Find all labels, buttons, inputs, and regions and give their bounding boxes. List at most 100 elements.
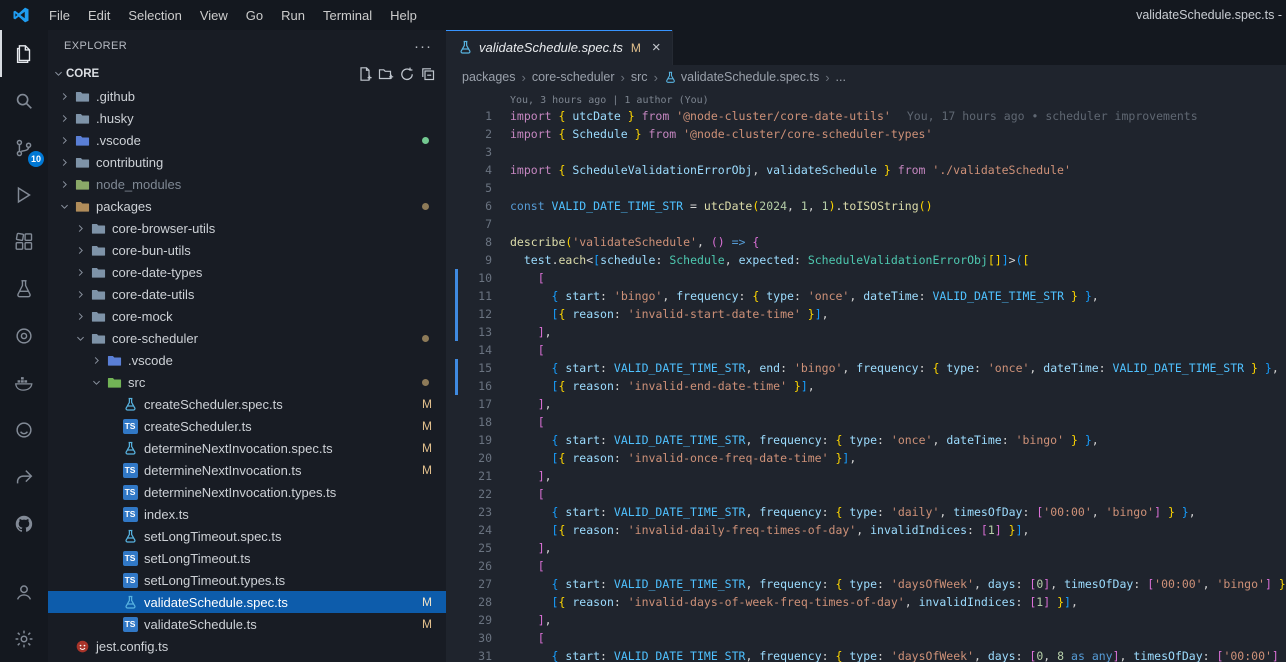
collapse-all-icon[interactable] [420,66,436,82]
tree-item-validateschedule-spec-ts[interactable]: validateSchedule.spec.tsM [48,591,446,613]
code-line-2[interactable]: 2import { Schedule } from '@node-cluster… [446,125,1286,143]
token: () [711,235,725,249]
breadcrumb-packages[interactable]: packages [462,70,516,84]
code-line-22[interactable]: 22 [ [446,485,1286,503]
menu-run[interactable]: Run [272,5,314,26]
code-line-21[interactable]: 21 ], [446,467,1286,485]
code-line-28[interactable]: 28 [{ reason: 'invalid-days-of-week-freq… [446,593,1286,611]
code-line-17[interactable]: 17 ], [446,395,1286,413]
breadcrumb-validateschedule-spec-ts[interactable]: validateSchedule.spec.ts [664,70,819,84]
menu-terminal[interactable]: Terminal [314,5,381,26]
tree-item-core-date-utils[interactable]: core-date-utils [48,283,446,305]
run-debug-icon[interactable] [0,171,48,218]
section-core[interactable]: CORE [48,62,446,85]
breadcrumb-[interactable]: ... [836,70,846,84]
code-line-13[interactable]: 13 ], [446,323,1286,341]
code-line-14[interactable]: 14 [ [446,341,1286,359]
tree-item-index-ts[interactable]: TSindex.ts [48,503,446,525]
explorer-icon[interactable] [0,30,48,77]
folder-icon [90,264,106,280]
close-icon[interactable]: × [652,40,661,55]
new-folder-icon[interactable] [378,66,394,82]
menu-view[interactable]: View [191,5,237,26]
menu-selection[interactable]: Selection [119,5,190,26]
tree-item-setlongtimeout-spec-ts[interactable]: setLongTimeout.spec.ts [48,525,446,547]
code-line-8[interactable]: 8describe('validateSchedule', () => { [446,233,1286,251]
more-actions-icon[interactable]: ··· [414,38,432,55]
code-line-23[interactable]: 23 { start: VALID_DATE_TIME_STR, frequen… [446,503,1286,521]
code-line-7[interactable]: 7 [446,215,1286,233]
indent-spacer [104,506,120,522]
code-line-3[interactable]: 3 [446,143,1286,161]
code-line-24[interactable]: 24 [{ reason: 'invalid-daily-freq-times-… [446,521,1286,539]
code-line-25[interactable]: 25 ], [446,539,1286,557]
source-control-icon[interactable]: 10 [0,124,48,171]
menu-help[interactable]: Help [381,5,426,26]
tree-item-vscode[interactable]: .vscode [48,349,446,371]
code-line-12[interactable]: 12 [{ reason: 'invalid-start-date-time' … [446,305,1286,323]
tree-item-validateschedule-ts[interactable]: TSvalidateSchedule.tsM [48,613,446,635]
tree-item-setlongtimeout-ts[interactable]: TSsetLongTimeout.ts [48,547,446,569]
jest-icon[interactable] [0,406,48,453]
code-line-15[interactable]: 15 { start: VALID_DATE_TIME_STR, end: 'b… [446,359,1286,377]
code-line-19[interactable]: 19 { start: VALID_DATE_TIME_STR, frequen… [446,431,1286,449]
menu-edit[interactable]: Edit [79,5,119,26]
tree-item-createscheduler-spec-ts[interactable]: createScheduler.spec.tsM [48,393,446,415]
tree-item-src[interactable]: src [48,371,446,393]
testing-icon[interactable] [0,265,48,312]
code-line-9[interactable]: 9 test.each<[schedule: Schedule, expecte… [446,251,1286,269]
code-line-1[interactable]: 1import { utcDate } from '@node-cluster/… [446,107,1286,125]
code-line-29[interactable]: 29 ], [446,611,1286,629]
tree-item-determinenextinvocation-types-ts[interactable]: TSdetermineNextInvocation.types.ts [48,481,446,503]
tree-item-label: contributing [96,155,163,170]
token: { [552,289,566,303]
manage-icon[interactable] [0,615,48,662]
token: days [988,577,1016,591]
extensions-icon[interactable] [0,218,48,265]
code-line-26[interactable]: 26 [ [446,557,1286,575]
tree-item-contributing[interactable]: contributing [48,151,446,173]
folder-icon [74,110,90,126]
tree-item-husky[interactable]: .husky [48,107,446,129]
tree-item-core-browser-utils[interactable]: core-browser-utils [48,217,446,239]
tree-item-determinenextinvocation-spec-ts[interactable]: determineNextInvocation.spec.tsM [48,437,446,459]
github-icon[interactable] [0,500,48,547]
code-line-27[interactable]: 27 { start: VALID_DATE_TIME_STR, frequen… [446,575,1286,593]
code-line-18[interactable]: 18 [ [446,413,1286,431]
new-file-icon[interactable] [357,66,373,82]
tree-item-core-date-types[interactable]: core-date-types [48,261,446,283]
token: VALID_DATE_TIME_STR [614,433,746,447]
live-share-icon[interactable] [0,453,48,500]
menu-go[interactable]: Go [237,5,272,26]
tree-item-determinenextinvocation-ts[interactable]: TSdetermineNextInvocation.tsM [48,459,446,481]
tree-item-createscheduler-ts[interactable]: TScreateScheduler.tsM [48,415,446,437]
accounts-icon[interactable] [0,568,48,615]
gitlens-authors-codelens[interactable]: You, 3 hours ago | 1 author (You) [510,92,1286,107]
code-line-16[interactable]: 16 [{ reason: 'invalid-end-date-time' }]… [446,377,1286,395]
tree-item-core-bun-utils[interactable]: core-bun-utils [48,239,446,261]
code-line-4[interactable]: 4import { ScheduleValidationErrorObj, va… [446,161,1286,179]
tree-item-core-mock[interactable]: core-mock [48,305,446,327]
code-line-5[interactable]: 5 [446,179,1286,197]
code-line-30[interactable]: 30 [ [446,629,1286,647]
code-line-31[interactable]: 31 { start: VALID_DATE_TIME_STR, frequen… [446,647,1286,662]
docker-icon[interactable] [0,359,48,406]
tree-item-packages[interactable]: packages [48,195,446,217]
tree-item-node-modules[interactable]: node_modules [48,173,446,195]
tree-item-core-scheduler[interactable]: core-scheduler [48,327,446,349]
breadcrumb-core-scheduler[interactable]: core-scheduler [532,70,615,84]
code-line-20[interactable]: 20 [{ reason: 'invalid-once-freq-date-ti… [446,449,1286,467]
tree-item-setlongtimeout-types-ts[interactable]: TSsetLongTimeout.types.ts [48,569,446,591]
search-icon[interactable] [0,77,48,124]
menu-file[interactable]: File [40,5,79,26]
code-line-6[interactable]: 6const VALID_DATE_TIME_STR = utcDate(202… [446,197,1286,215]
refresh-icon[interactable] [399,66,415,82]
tree-item-vscode[interactable]: .vscode [48,129,446,151]
gitlens-icon[interactable] [0,312,48,359]
tree-item-github[interactable]: .github [48,85,446,107]
tree-item-jest-config-ts[interactable]: jest.config.ts [48,635,446,657]
tab-validateschedule-spec-ts[interactable]: validateSchedule.spec.ts M × [446,30,673,65]
code-line-11[interactable]: 11 { start: 'bingo', frequency: { type: … [446,287,1286,305]
breadcrumb-src[interactable]: src [631,70,648,84]
code-line-10[interactable]: 10 [ [446,269,1286,287]
